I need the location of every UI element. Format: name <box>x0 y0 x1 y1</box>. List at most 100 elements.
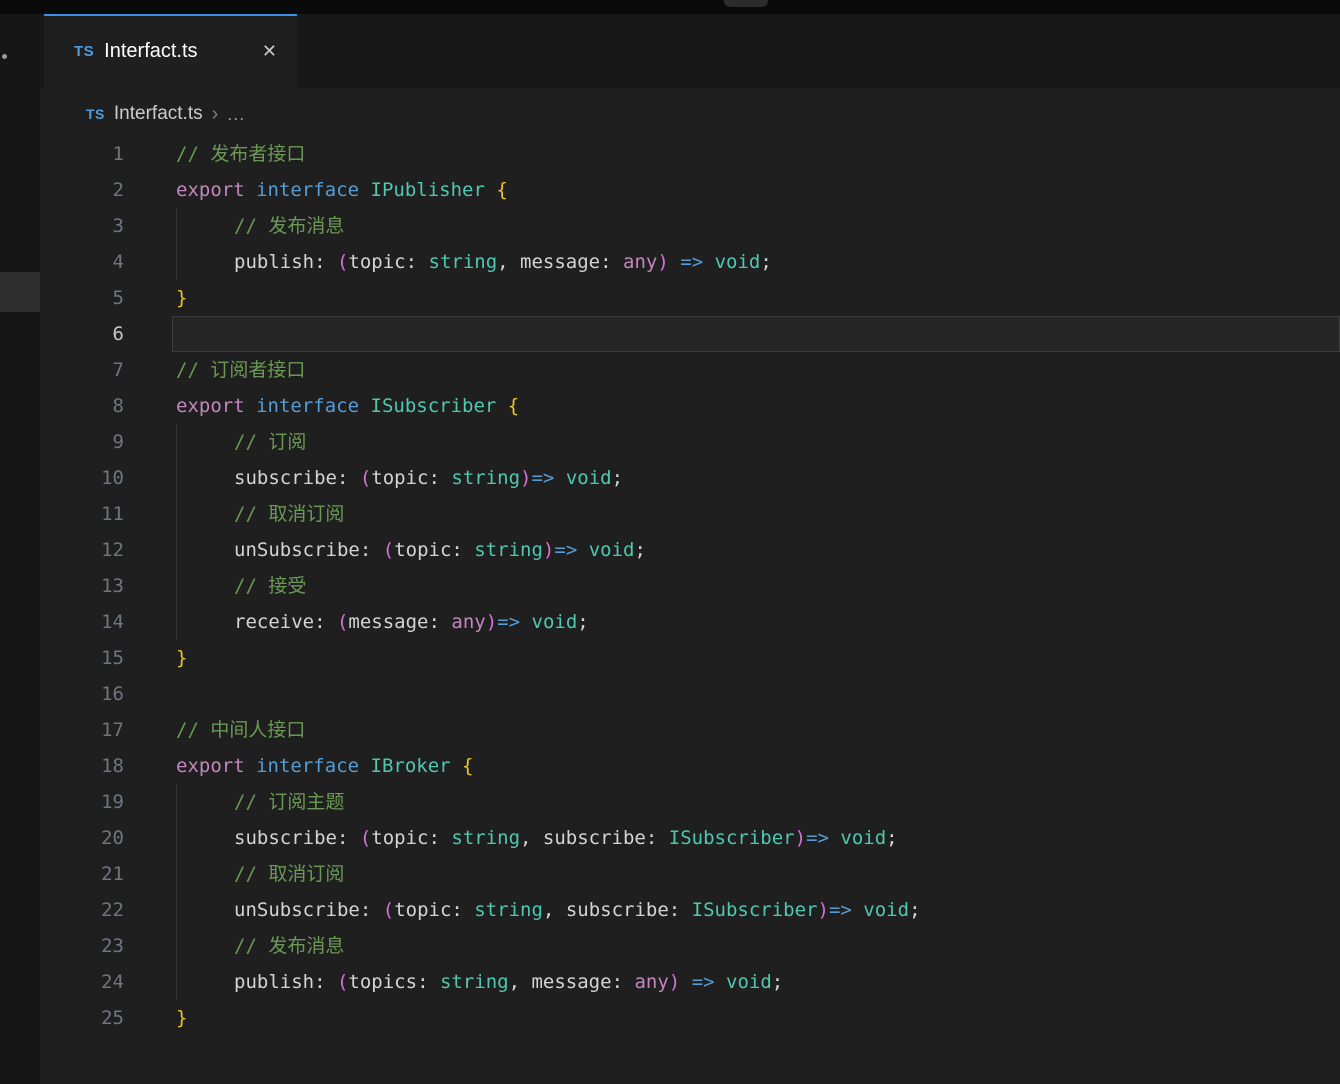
code-content: // 接受 <box>172 568 1340 604</box>
breadcrumb-file[interactable]: Interfact.ts <box>114 103 203 125</box>
code-content: } <box>176 1007 188 1029</box>
line-number[interactable]: 23 <box>40 928 124 964</box>
code-line-17[interactable]: 17 // 中间人接口 <box>40 712 1340 748</box>
code-line-11[interactable]: 11 // 取消订阅 <box>40 496 1340 532</box>
code-content <box>172 316 1340 352</box>
code-line-25[interactable]: 25} <box>40 1000 1340 1036</box>
indent-guide <box>176 856 177 892</box>
code-content: export interface IPublisher { <box>176 179 508 201</box>
code-content: // 发布消息 <box>172 208 1340 244</box>
code-content: unSubscribe: (topic: string, subscribe: … <box>172 892 1340 928</box>
code-line-4[interactable]: 4 publish: (topic: string, message: any) … <box>40 244 1340 280</box>
activity-strip-indicator[interactable] <box>0 272 40 312</box>
activity-strip <box>0 14 40 1084</box>
line-number[interactable]: 20 <box>40 820 124 856</box>
typescript-icon: TS <box>86 106 105 122</box>
indent-guide <box>176 424 177 460</box>
code-content: // 取消订阅 <box>172 856 1340 892</box>
indent-guide <box>176 964 177 1000</box>
code-content: // 发布消息 <box>172 928 1340 964</box>
line-number[interactable]: 15 <box>40 640 124 676</box>
line-number[interactable]: 4 <box>40 244 124 280</box>
code-line-8[interactable]: 8 export interface ISubscriber { <box>40 388 1340 424</box>
line-number[interactable]: 7 <box>40 352 124 388</box>
code-line-5[interactable]: 5} <box>40 280 1340 316</box>
code-content: subscribe: (topic: string, subscribe: IS… <box>172 820 1340 856</box>
close-icon[interactable]: ✕ <box>262 42 277 60</box>
code-content <box>172 676 1340 712</box>
code-line-21[interactable]: 21 // 取消订阅 <box>40 856 1340 892</box>
line-number[interactable]: 3 <box>40 208 124 244</box>
code-line-12[interactable]: 12 unSubscribe: (topic: string)=> void; <box>40 532 1340 568</box>
indent-guide <box>176 244 177 280</box>
breadcrumb: TS Interfact.ts › ... <box>86 96 245 132</box>
code-content: publish: (topics: string, message: any) … <box>172 964 1340 1000</box>
indent-guide <box>176 820 177 856</box>
code-line-13[interactable]: 13 // 接受 <box>40 568 1340 604</box>
indent-guide <box>176 604 177 640</box>
line-number[interactable]: 16 <box>40 676 124 712</box>
code-line-22[interactable]: 22 unSubscribe: (topic: string, subscribe… <box>40 892 1340 928</box>
line-number[interactable]: 8 <box>40 388 124 424</box>
code-content: receive: (message: any)=> void; <box>172 604 1340 640</box>
command-center-fragment <box>724 0 768 7</box>
active-tab-accent <box>44 14 297 16</box>
indent-guide <box>176 892 177 928</box>
line-number[interactable]: 6 <box>40 316 124 352</box>
code-content: subscribe: (topic: string)=> void; <box>172 460 1340 496</box>
line-number[interactable]: 24 <box>40 964 124 1000</box>
code-content: } <box>176 287 188 309</box>
tab-interfact-ts[interactable]: TS Interfact.ts ✕ <box>44 14 297 88</box>
line-number[interactable]: 12 <box>40 532 124 568</box>
code-line-20[interactable]: 20 subscribe: (topic: string, subscribe: … <box>40 820 1340 856</box>
code-content: // 订阅主题 <box>172 784 1340 820</box>
code-content: // 订阅者接口 <box>176 359 306 381</box>
line-number[interactable]: 1 <box>40 136 124 172</box>
indent-guide <box>176 496 177 532</box>
line-number[interactable]: 18 <box>40 748 124 784</box>
code-content: } <box>176 647 188 669</box>
code-line-3[interactable]: 3 // 发布消息 <box>40 208 1340 244</box>
code-line-7[interactable]: 7 // 订阅者接口 <box>40 352 1340 388</box>
code-content: // 发布者接口 <box>176 143 306 165</box>
code-line-14[interactable]: 14 receive: (message: any)=> void; <box>40 604 1340 640</box>
code-line-15[interactable]: 15} <box>40 640 1340 676</box>
breadcrumb-symbol-ellipsis[interactable]: ... <box>227 104 245 125</box>
code-line-6[interactable]: 6 <box>40 316 1340 352</box>
code-content: unSubscribe: (topic: string)=> void; <box>172 532 1340 568</box>
code-line-24[interactable]: 24 publish: (topics: string, message: any… <box>40 964 1340 1000</box>
code-content: // 订阅 <box>172 424 1340 460</box>
line-number[interactable]: 5 <box>40 280 124 316</box>
line-number[interactable]: 9 <box>40 424 124 460</box>
indent-guide <box>176 928 177 964</box>
line-number[interactable]: 11 <box>40 496 124 532</box>
code-line-10[interactable]: 10 subscribe: (topic: string)=> void; <box>40 460 1340 496</box>
window-title-bar <box>0 0 1340 14</box>
code-content: export interface IBroker { <box>176 755 474 777</box>
line-number[interactable]: 22 <box>40 892 124 928</box>
line-number[interactable]: 10 <box>40 460 124 496</box>
code-editor[interactable]: 1 // 发布者接口 2 export interface IPublisher { 3… <box>40 136 1340 1036</box>
chevron-right-icon: › <box>211 102 219 125</box>
code-line-9[interactable]: 9 // 订阅 <box>40 424 1340 460</box>
code-content: // 中间人接口 <box>176 719 306 741</box>
indent-guide <box>176 784 177 820</box>
code-line-19[interactable]: 19 // 订阅主题 <box>40 784 1340 820</box>
tab-title: Interfact.ts <box>104 39 198 62</box>
code-line-1[interactable]: 1 // 发布者接口 <box>40 136 1340 172</box>
line-number[interactable]: 14 <box>40 604 124 640</box>
indent-guide <box>176 208 177 244</box>
code-line-16[interactable]: 16 <box>40 676 1340 712</box>
line-number[interactable]: 17 <box>40 712 124 748</box>
code-content: export interface ISubscriber { <box>176 395 520 417</box>
line-number[interactable]: 21 <box>40 856 124 892</box>
line-number[interactable]: 19 <box>40 784 124 820</box>
code-line-2[interactable]: 2 export interface IPublisher { <box>40 172 1340 208</box>
typescript-icon: TS <box>74 42 95 60</box>
line-number[interactable]: 2 <box>40 172 124 208</box>
line-number[interactable]: 25 <box>40 1000 124 1036</box>
line-number[interactable]: 13 <box>40 568 124 604</box>
code-line-23[interactable]: 23 // 发布消息 <box>40 928 1340 964</box>
code-content: publish: (topic: string, message: any) =… <box>172 244 1340 280</box>
code-line-18[interactable]: 18 export interface IBroker { <box>40 748 1340 784</box>
